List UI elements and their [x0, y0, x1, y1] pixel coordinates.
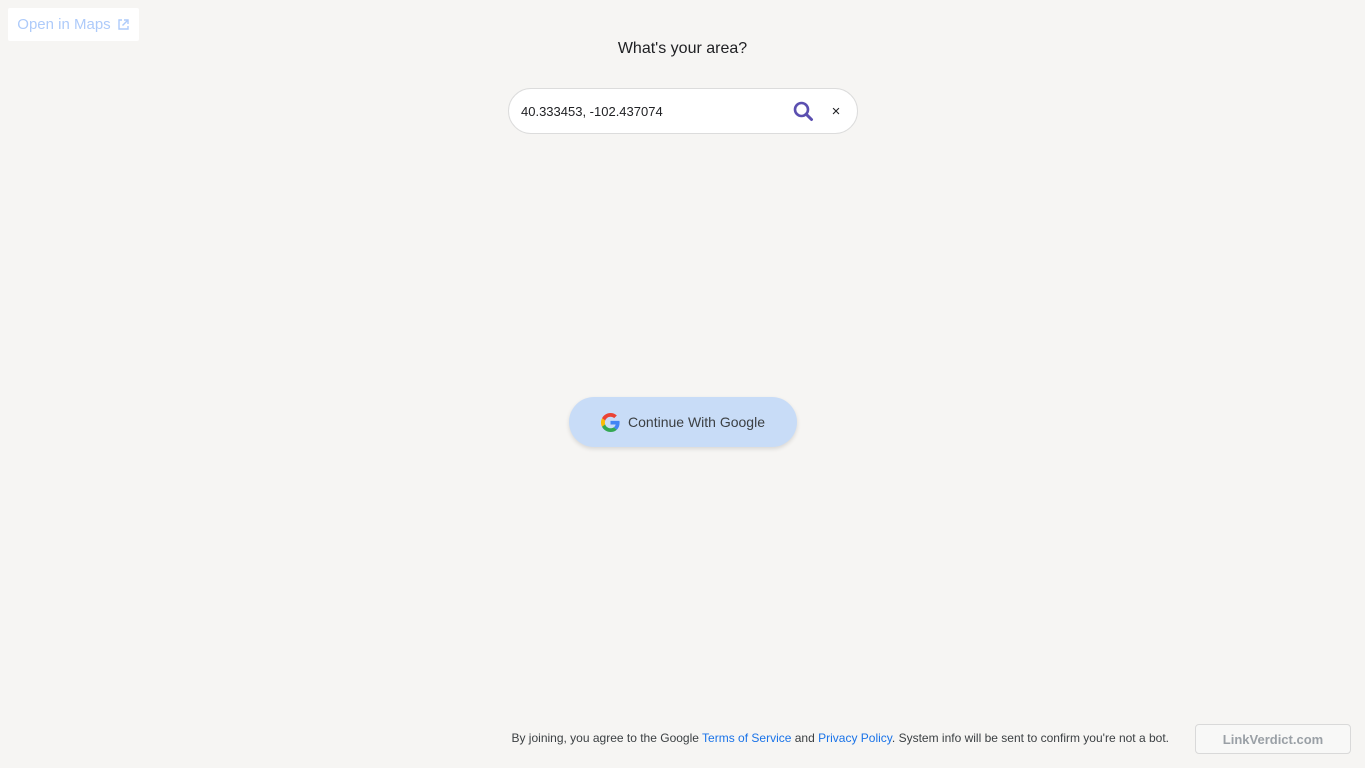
- continue-with-google-button[interactable]: Continue With Google: [569, 397, 797, 447]
- search-icon[interactable]: [792, 100, 814, 122]
- open-in-maps-button[interactable]: Open in Maps: [8, 8, 139, 41]
- page-title: What's your area?: [617, 40, 748, 57]
- google-g-icon: [601, 412, 620, 432]
- privacy-policy-link[interactable]: Privacy Policy: [818, 731, 892, 745]
- clear-icon[interactable]: ×: [825, 100, 847, 122]
- terms-suffix: . System info will be sent to confirm yo…: [891, 731, 1169, 745]
- brand-button[interactable]: LinkVerdict.com: [1195, 724, 1351, 754]
- open-in-maps-label: Open in Maps: [17, 16, 111, 33]
- terms-of-service-link[interactable]: Terms of Service: [702, 731, 791, 745]
- search-bar: ×: [508, 88, 858, 134]
- page: Open in Maps What's your area? ×: [0, 0, 1365, 768]
- terms-prefix: By joining, you agree to the Google: [511, 731, 703, 745]
- search-input[interactable]: [521, 101, 781, 121]
- continue-with-google-label: Continue With Google: [628, 414, 765, 430]
- external-link-icon: [117, 18, 130, 31]
- terms-and: and: [791, 731, 819, 745]
- terms-notice: By joining, you agree to the Google Term…: [511, 731, 1169, 745]
